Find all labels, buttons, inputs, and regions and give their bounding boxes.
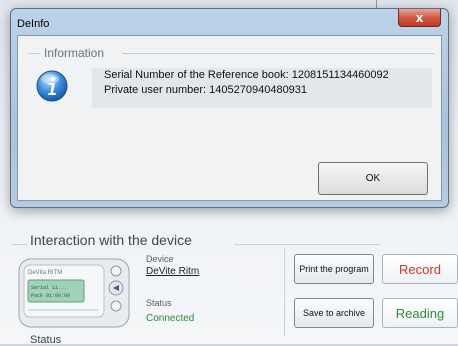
group-line [28, 53, 40, 54]
deinfo-dialog: DeInfo x Information Serial Number of th… [10, 8, 449, 208]
group-line [122, 53, 434, 54]
serial-number-text: Serial Number of the Reference book: 120… [104, 69, 389, 81]
close-icon: x [415, 10, 424, 25]
status-value: Connected [146, 313, 195, 324]
device-brand-text: DeVita RITM [28, 270, 62, 276]
info-icon [36, 70, 68, 102]
status-label: Status [146, 298, 172, 308]
vertical-separator [284, 248, 285, 336]
interaction-group-title: Interaction with the device [30, 232, 192, 248]
interaction-group: Interaction with the device DeVita RITM … [6, 232, 458, 344]
device-name-link[interactable]: DeVite Ritm [146, 266, 199, 277]
private-user-number-text: Private user number: 1405270940480931 [104, 84, 308, 96]
device-image: DeVita RITM Serial 11... Pack 01:00:00 [18, 258, 130, 328]
group-line [12, 244, 28, 245]
reading-button[interactable]: Reading [382, 298, 458, 328]
dialog-content: Information Serial Number of the Referen… [17, 35, 442, 201]
save-to-archive-button[interactable]: Save to archive [294, 298, 374, 328]
group-line [234, 244, 380, 245]
information-group-title: Information [44, 46, 105, 60]
record-button[interactable]: Record [382, 254, 458, 284]
print-program-button[interactable]: Print the program [294, 254, 374, 284]
device-screen-line1: Serial 11... [31, 285, 67, 291]
ok-button[interactable]: OK [318, 162, 428, 195]
close-button[interactable]: x [398, 9, 441, 27]
device-screen-line2: Pack 01:00:00 [31, 293, 70, 299]
device-label: Device [146, 254, 174, 264]
dialog-title: DeInfo [17, 18, 50, 30]
status-heading: Status [30, 334, 62, 346]
